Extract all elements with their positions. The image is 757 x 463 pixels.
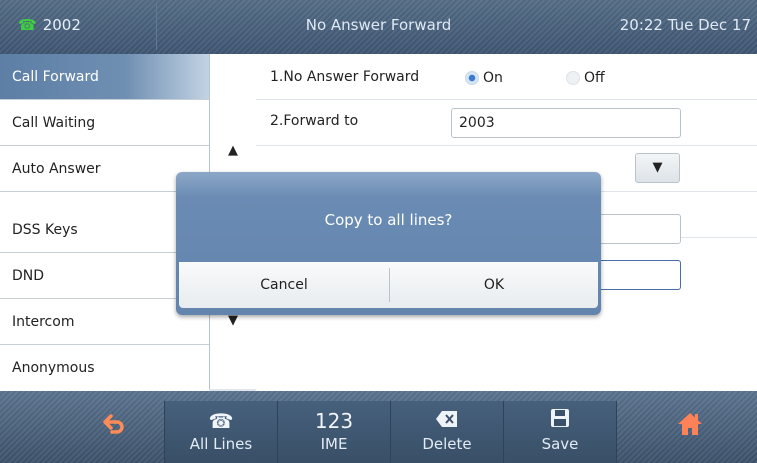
sidebar-item-anonymous[interactable]: Anonymous	[0, 345, 209, 391]
save-glyph	[551, 409, 569, 427]
save-softkey[interactable]: Save	[503, 401, 617, 463]
back-arrow-glyph	[103, 414, 124, 434]
cancel-button[interactable]: Cancel	[179, 262, 389, 308]
radio-off[interactable]: Off	[566, 70, 605, 86]
home-glyph	[678, 413, 702, 435]
delete-label: Delete	[422, 435, 472, 453]
ok-button[interactable]: OK	[390, 262, 598, 308]
forward-to-label: 2.Forward to	[270, 113, 359, 129]
status-bar: ☎ 2002 No Answer Forward 20:22 Tue Dec 1…	[0, 0, 757, 54]
phone-screen: ☎ 2002 No Answer Forward 20:22 Tue Dec 1…	[0, 0, 757, 463]
dialog-message: Copy to all lines?	[324, 211, 453, 229]
ime-softkey[interactable]: 123 IME	[277, 401, 391, 463]
delete-icon	[391, 407, 503, 435]
delete-softkey[interactable]: Delete	[390, 401, 504, 463]
forward-to-input[interactable]: 2003	[451, 108, 681, 138]
all-lines-label: All Lines	[189, 435, 253, 453]
delete-glyph	[436, 411, 457, 427]
radio-unselected-icon	[566, 71, 580, 85]
save-icon	[504, 407, 616, 435]
ime-label: IME	[320, 435, 348, 453]
sidebar-item-call-waiting[interactable]: Call Waiting	[0, 100, 209, 146]
dialog-button-bar: Cancel OK	[179, 262, 598, 308]
radio-selected-icon	[465, 71, 479, 85]
confirm-dialog: Copy to all lines? Cancel OK	[176, 172, 601, 315]
radio-on-label: On	[483, 70, 503, 86]
settings-row-no-answer-forward: 1.No Answer Forward On Off	[256, 54, 757, 100]
scroll-down-icon[interactable]: ▼	[210, 313, 256, 328]
home-icon[interactable]	[660, 411, 720, 443]
ime-number: 123	[314, 409, 354, 433]
scroll-up-icon[interactable]: ▲	[210, 143, 256, 158]
softkey-bar: ☎ All Lines 123 IME Delete Save	[0, 391, 757, 463]
no-answer-forward-label: 1.No Answer Forward	[270, 69, 420, 85]
back-arrow-icon[interactable]	[84, 413, 144, 441]
radio-off-label: Off	[584, 70, 605, 86]
settings-row-forward-to: 2.Forward to 2003	[256, 100, 757, 146]
save-label: Save	[541, 435, 579, 453]
dropdown-arrow-button[interactable]: ▼	[635, 153, 680, 183]
all-lines-softkey[interactable]: ☎ All Lines	[164, 401, 278, 463]
clock: 20:22 Tue Dec 17	[619, 16, 751, 34]
phone-handset-icon: ☎	[208, 409, 234, 433]
radio-on[interactable]: On	[465, 70, 503, 86]
sidebar-item-call-forward[interactable]: Call Forward	[0, 54, 209, 100]
